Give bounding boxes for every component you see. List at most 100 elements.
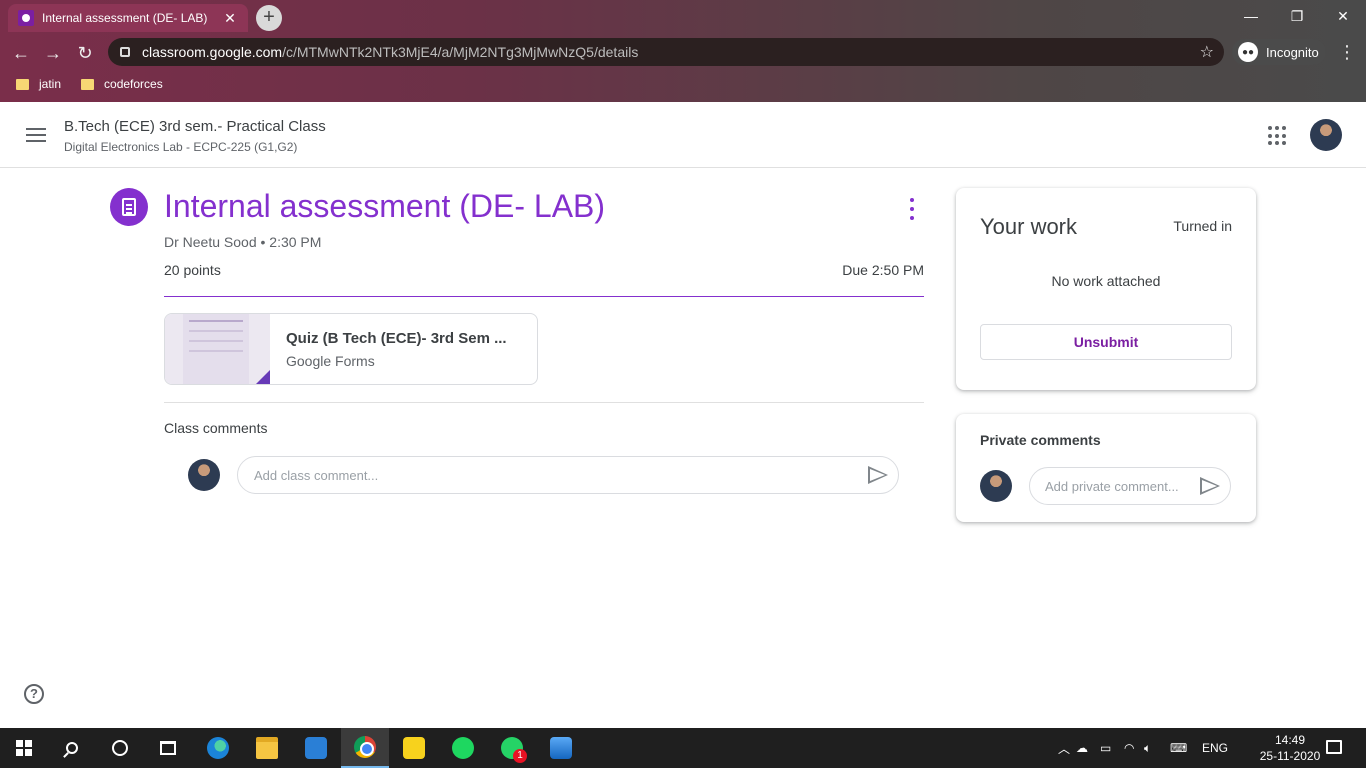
bookmark-star-icon[interactable]: ☆ bbox=[1200, 42, 1214, 62]
no-work-text: No work attached bbox=[1051, 273, 1161, 289]
attachment-card[interactable]: Quiz (B Tech (ECE)- 3rd Sem ... Google F… bbox=[164, 313, 538, 385]
account-avatar[interactable] bbox=[1310, 119, 1342, 151]
private-comments-label: Private comments bbox=[980, 432, 1101, 448]
start-button[interactable] bbox=[0, 728, 48, 768]
google-apps-icon[interactable] bbox=[1268, 126, 1288, 146]
battery-icon[interactable]: ▭ bbox=[1100, 741, 1124, 755]
close-window-button[interactable]: ✕ bbox=[1320, 0, 1366, 32]
minimize-button[interactable]: — bbox=[1228, 0, 1274, 32]
incognito-indicator[interactable]: ●● Incognito bbox=[1232, 39, 1326, 65]
bookmark-label: jatin bbox=[39, 77, 62, 91]
url-host: classroom.google.com bbox=[142, 44, 283, 60]
folder-icon bbox=[81, 78, 95, 90]
taskbar-chrome[interactable] bbox=[341, 728, 389, 768]
assignment-due: Due 2:50 PM bbox=[842, 262, 924, 278]
taskbar-mail[interactable] bbox=[292, 728, 340, 768]
new-tab-button[interactable]: + bbox=[256, 5, 282, 31]
browser-menu-icon[interactable]: ⋮ bbox=[1338, 42, 1356, 63]
taskbar-photos[interactable] bbox=[537, 728, 585, 768]
attachment-title: Quiz (B Tech (ECE)- 3rd Sem ... bbox=[286, 330, 507, 347]
task-view-button[interactable] bbox=[144, 728, 192, 768]
file-explorer-icon bbox=[256, 737, 278, 759]
browser-chrome: Internal assessment (DE- LAB) ✕ + — ❐ ✕ … bbox=[0, 0, 1366, 102]
attachment-type: Google Forms bbox=[286, 353, 375, 369]
taskbar-sticky-notes[interactable] bbox=[390, 728, 438, 768]
divider bbox=[164, 296, 924, 297]
keyboard-icon[interactable]: ⌨ bbox=[1170, 741, 1202, 755]
class-comment-input[interactable] bbox=[237, 456, 899, 494]
avatar bbox=[980, 470, 1012, 502]
bookmark-label: codeforces bbox=[104, 77, 163, 91]
chrome-icon bbox=[354, 736, 376, 758]
action-center-icon[interactable] bbox=[1326, 740, 1342, 754]
taskbar: 1 ︿ ☁ ▭ ◠ 🔈︎ ⌨ ENG 14:49 25-11-2020 bbox=[0, 728, 1366, 768]
avatar bbox=[188, 459, 220, 491]
spotify-icon bbox=[452, 737, 474, 759]
taskbar-edge[interactable] bbox=[194, 728, 242, 768]
divider bbox=[164, 402, 924, 403]
tab-close-icon[interactable]: ✕ bbox=[222, 10, 238, 27]
assignment-points: 20 points bbox=[164, 262, 221, 278]
address-bar[interactable]: classroom.google.com /c/MTMwNTk2NTk3MjE4… bbox=[108, 38, 1224, 66]
clock-date: 25-11-2020 bbox=[1259, 749, 1321, 763]
taskbar-spotify[interactable] bbox=[439, 728, 487, 768]
photos-icon bbox=[550, 737, 572, 759]
maximize-button[interactable]: ❐ bbox=[1274, 0, 1320, 32]
assignment-meta: Dr Neetu Sood • 2:30 PM bbox=[164, 234, 322, 250]
bookmarks-bar: jatin codeforces bbox=[0, 72, 1366, 96]
incognito-label: Incognito bbox=[1266, 44, 1319, 60]
windows-icon bbox=[16, 740, 32, 756]
clock-time: 14:49 bbox=[1274, 733, 1306, 747]
bookmark-jatin[interactable]: jatin bbox=[16, 77, 61, 91]
class-comments-label: Class comments bbox=[164, 420, 268, 436]
language-indicator[interactable]: ENG bbox=[1202, 741, 1228, 755]
class-title[interactable]: B.Tech (ECE) 3rd sem.- Practical Class bbox=[64, 118, 326, 135]
lock-icon bbox=[120, 47, 130, 57]
private-comments-card: Private comments bbox=[956, 414, 1256, 522]
onedrive-icon[interactable]: ☁ bbox=[1076, 741, 1100, 755]
send-icon[interactable] bbox=[1200, 477, 1220, 495]
url-path: /c/MTMwNTk2NTk3MjE4/a/MjM2NTg3MjMwNzQ5/d… bbox=[282, 44, 639, 60]
main-menu-icon[interactable] bbox=[26, 128, 46, 142]
back-icon[interactable]: ← bbox=[8, 40, 34, 66]
cortana-button[interactable] bbox=[96, 728, 144, 768]
system-tray: ︿ ☁ ▭ ◠ 🔈︎ ⌨ ENG bbox=[1058, 728, 1228, 768]
mail-icon bbox=[305, 737, 327, 759]
classroom-header: B.Tech (ECE) 3rd sem.- Practical Class D… bbox=[0, 102, 1366, 168]
wifi-icon[interactable]: ◠ bbox=[1124, 741, 1144, 755]
forward-icon[interactable]: → bbox=[40, 40, 66, 66]
assignment-title: Internal assessment (DE- LAB) bbox=[164, 188, 606, 224]
taskbar-file-explorer[interactable] bbox=[243, 728, 291, 768]
chevron-up-icon[interactable]: ︿ bbox=[1058, 740, 1076, 757]
folder-icon bbox=[16, 78, 29, 90]
send-icon[interactable] bbox=[868, 466, 888, 484]
more-options-icon[interactable] bbox=[906, 198, 918, 220]
help-icon[interactable]: ? bbox=[24, 684, 44, 704]
task-view-icon bbox=[160, 741, 176, 755]
clock[interactable]: 14:49 25-11-2020 bbox=[1258, 732, 1322, 764]
class-subtitle: Digital Electronics Lab - ECPC-225 (G1,G… bbox=[64, 140, 298, 154]
bookmark-codeforces[interactable]: codeforces bbox=[81, 77, 163, 91]
sticky-notes-icon bbox=[403, 737, 425, 759]
your-work-title: Your work bbox=[980, 214, 1078, 239]
tab-title: Internal assessment (DE- LAB) bbox=[42, 11, 208, 25]
edge-icon bbox=[207, 737, 229, 759]
your-work-card: Your work Turned in No work attached Uns… bbox=[956, 188, 1256, 390]
volume-icon[interactable]: 🔈︎ bbox=[1144, 741, 1170, 756]
whatsapp-icon: 1 bbox=[501, 737, 527, 763]
search-icon bbox=[66, 742, 78, 754]
work-status: Turned in bbox=[1173, 218, 1232, 234]
browser-toolbar: ← → ↻ classroom.google.com /c/MTMwNTk2NT… bbox=[0, 36, 1366, 70]
browser-tab[interactable]: Internal assessment (DE- LAB) ✕ bbox=[8, 4, 248, 32]
classroom-favicon-icon bbox=[18, 10, 34, 26]
cortana-icon bbox=[112, 740, 128, 756]
reload-icon[interactable]: ↻ bbox=[72, 40, 98, 66]
unsubmit-button[interactable]: Unsubmit bbox=[980, 324, 1232, 360]
taskbar-whatsapp[interactable]: 1 bbox=[488, 728, 536, 768]
search-button[interactable] bbox=[48, 728, 96, 768]
incognito-icon: ●● bbox=[1238, 42, 1258, 62]
forms-corner-icon bbox=[254, 370, 270, 384]
attachment-thumbnail bbox=[165, 314, 270, 384]
assignment-icon bbox=[110, 188, 148, 226]
notification-badge: 1 bbox=[513, 749, 527, 763]
